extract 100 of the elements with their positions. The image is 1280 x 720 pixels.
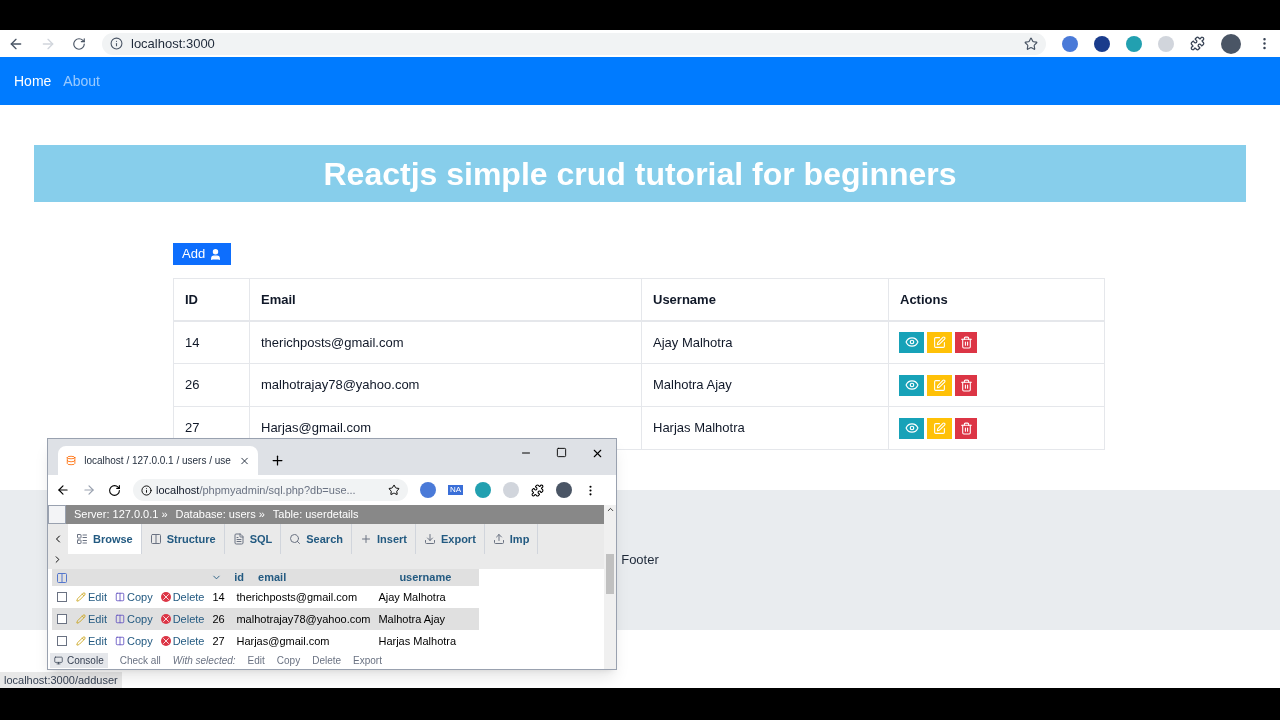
extensions-icon[interactable] — [1190, 36, 1205, 51]
table-cell-text: therichposts@gmail.com — [235, 589, 359, 605]
table-cell: 26 — [173, 363, 250, 407]
delete-icon — [160, 592, 171, 602]
address-bar[interactable]: localhost:3000 — [102, 32, 1046, 55]
view-button[interactable] — [899, 331, 924, 353]
menu-tab[interactable]: Browse — [68, 524, 142, 554]
row-action-link[interactable]: Copy — [110, 588, 157, 606]
table-cell-text: 26 — [211, 611, 226, 627]
console-icon — [54, 655, 63, 665]
eye-icon — [904, 335, 919, 350]
breadcrumb-link[interactable]: Table: userdetails — [272, 506, 359, 523]
bulk-action-link[interactable]: With selected: — [172, 652, 236, 668]
scroll-up-icon[interactable] — [605, 505, 615, 514]
table-cell: therichposts@gmail.com — [249, 320, 642, 364]
extensions-icon[interactable] — [531, 483, 545, 497]
table-cell-text: malhotrajay78@yahoo.com — [235, 611, 372, 627]
edit-icon — [933, 421, 946, 435]
delete-icon — [160, 636, 171, 646]
view-button[interactable] — [899, 417, 924, 439]
row-action-link[interactable]: Delete — [156, 588, 209, 606]
bulk-action-link[interactable]: Copy — [276, 652, 301, 668]
table-cell: Malhotra Ajay — [641, 363, 889, 407]
delete-button[interactable] — [955, 331, 977, 353]
column-header[interactable]: username — [395, 569, 479, 586]
bulk-action-link[interactable]: Export — [353, 652, 382, 668]
scrollbar[interactable] — [604, 505, 616, 669]
checkbox[interactable] — [57, 614, 67, 624]
table-cell-text: Harjas@gmail.com — [235, 633, 331, 649]
reload-icon[interactable] — [72, 36, 86, 51]
close-icon[interactable] — [591, 447, 604, 460]
new-tab-icon[interactable] — [270, 453, 285, 468]
structure-icon — [149, 533, 162, 545]
checkbox[interactable] — [57, 592, 67, 602]
status-url: localhost:3000/adduser — [0, 671, 122, 688]
delete-icon — [160, 614, 171, 624]
upload-icon — [492, 533, 505, 545]
column-resize-icon — [56, 571, 68, 584]
column-header[interactable]: id — [230, 569, 255, 586]
extension-badge[interactable]: NA — [448, 485, 464, 495]
table-cell-text: Harjas Malhotra — [377, 633, 458, 649]
eye-icon — [904, 378, 919, 392]
footer-text: Footer — [621, 551, 659, 570]
browser-tab[interactable]: localhost / 127.0.0.1 / users / use — [58, 446, 258, 475]
copy-icon — [114, 636, 125, 646]
table-cell-text: Ajay Malhotra — [377, 589, 447, 605]
trash-icon — [959, 378, 973, 392]
nav-link[interactable]: Home — [14, 70, 52, 92]
extension-icon[interactable] — [1094, 35, 1110, 52]
edit-icon — [933, 335, 946, 349]
breadcrumb-link[interactable]: Database: users » — [175, 506, 265, 523]
forward-icon[interactable] — [82, 483, 96, 497]
pencil-icon — [76, 614, 86, 624]
row-action-link[interactable]: Edit — [72, 610, 111, 628]
scrollbar-thumb[interactable] — [606, 554, 614, 594]
download-icon — [423, 533, 436, 545]
table-cell: Ajay Malhotra — [641, 320, 889, 364]
copy-icon — [114, 614, 125, 624]
back-icon[interactable] — [56, 483, 70, 497]
plus-icon — [360, 533, 372, 545]
view-button[interactable] — [899, 374, 924, 396]
row-action-link[interactable]: Copy — [110, 632, 157, 650]
pencil-icon — [76, 636, 86, 646]
bulk-action-link[interactable]: Edit — [247, 652, 265, 668]
delete-button[interactable] — [955, 374, 977, 396]
bookmark-star-icon[interactable] — [1024, 36, 1038, 51]
pencil-icon — [76, 592, 86, 602]
breadcrumb-link[interactable]: Server: 127.0.0.1 » — [74, 506, 168, 523]
trash-icon — [959, 421, 973, 435]
row-action-link[interactable]: Edit — [72, 632, 111, 650]
row-action-link[interactable]: Edit — [72, 588, 111, 606]
table-cell-text: 14 — [211, 589, 226, 605]
maximize-icon[interactable] — [556, 447, 567, 458]
edit-icon — [933, 378, 946, 392]
row-action-link[interactable]: Copy — [110, 610, 157, 628]
table-cell: malhotrajay78@yahoo.com — [249, 363, 642, 407]
column-header: Actions — [888, 278, 1105, 321]
info-icon — [141, 484, 152, 496]
column-header[interactable]: email — [254, 569, 396, 586]
avatar[interactable] — [556, 482, 573, 498]
bulk-action-link[interactable]: Delete — [312, 652, 342, 668]
document-icon — [232, 533, 245, 545]
add-button[interactable]: Add — [173, 243, 232, 265]
row-action-link[interactable]: Delete — [156, 632, 209, 650]
delete-button[interactable] — [955, 417, 977, 439]
console-button[interactable]: Console — [50, 652, 108, 668]
avatar[interactable] — [1221, 33, 1241, 54]
column-header: Email — [249, 278, 642, 321]
address-bar[interactable]: localhost/phpmyadmin/sql.php?db=use... — [133, 479, 408, 501]
copy-icon — [114, 592, 125, 602]
bulk-action-link[interactable]: Check all — [119, 652, 161, 668]
search-icon — [289, 533, 302, 545]
bookmark-star-icon[interactable] — [388, 484, 400, 496]
database-icon — [66, 455, 77, 466]
row-action-link[interactable]: Delete — [156, 610, 209, 628]
table-cell: Harjas Malhotra — [641, 406, 889, 450]
info-icon[interactable] — [110, 37, 123, 50]
reload-icon[interactable] — [108, 483, 121, 497]
checkbox[interactable] — [57, 636, 67, 646]
trash-icon — [959, 335, 973, 349]
